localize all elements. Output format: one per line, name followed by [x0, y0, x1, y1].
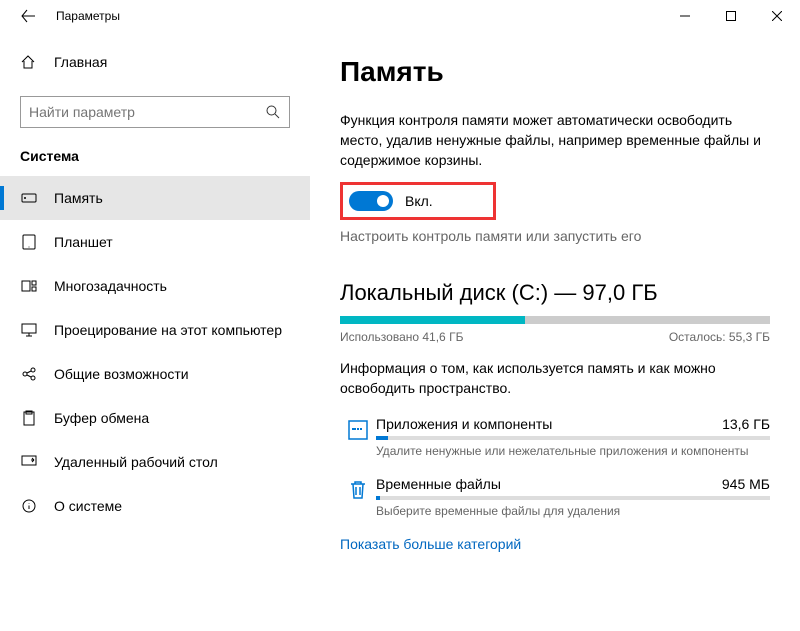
disk-free-label: Осталось: 55,3 ГБ	[669, 330, 770, 344]
main-content: Память Функция контроля памяти может авт…	[310, 32, 800, 631]
sidebar-item-label: О системе	[54, 498, 122, 514]
sidebar-item-clipboard[interactable]: Буфер обмена	[0, 396, 310, 440]
multitask-icon	[20, 278, 38, 294]
trash-icon	[340, 476, 376, 502]
sidebar-item-label: Планшет	[54, 234, 113, 250]
home-nav[interactable]: Главная	[0, 44, 310, 80]
sidebar-item-about[interactable]: О системе	[0, 484, 310, 528]
clipboard-icon	[20, 410, 38, 426]
apps-icon	[340, 416, 376, 442]
category-hint: Удалите ненужные или нежелательные прило…	[376, 444, 770, 458]
configure-link[interactable]: Настроить контроль памяти или запустить …	[340, 228, 770, 244]
category-bar	[376, 496, 770, 500]
category-temp[interactable]: Временные файлы 945 МБ Выберите временны…	[340, 476, 770, 518]
disk-usage-bar	[340, 316, 770, 324]
sidebar-item-shared[interactable]: Общие возможности	[0, 352, 310, 396]
home-icon	[20, 54, 38, 70]
sidebar-item-label: Проецирование на этот компьютер	[54, 322, 282, 338]
minimize-icon	[680, 11, 690, 21]
sidebar-item-projecting[interactable]: Проецирование на этот компьютер	[0, 308, 310, 352]
shared-icon	[20, 366, 38, 382]
sidebar-item-label: Общие возможности	[54, 366, 189, 382]
minimize-button[interactable]	[662, 0, 708, 32]
sidebar-item-label: Многозадачность	[54, 278, 167, 294]
home-label: Главная	[54, 54, 107, 70]
disk-description: Информация о том, как используется памят…	[340, 358, 770, 398]
highlight-annotation: Вкл.	[340, 182, 496, 220]
search-input-container[interactable]	[20, 96, 290, 128]
projecting-icon	[20, 322, 38, 338]
disk-used-label: Использовано 41,6 ГБ	[340, 330, 463, 344]
storage-icon	[20, 190, 38, 206]
search-input[interactable]	[29, 104, 265, 120]
category-header: Система	[0, 148, 310, 164]
sidebar-item-storage[interactable]: Память	[0, 176, 310, 220]
sidebar-item-label: Память	[54, 190, 103, 206]
category-name: Временные файлы	[376, 476, 501, 492]
close-button[interactable]	[754, 0, 800, 32]
maximize-icon	[726, 11, 736, 21]
arrow-left-icon	[21, 9, 35, 23]
category-bar	[376, 436, 770, 440]
category-size: 945 МБ	[722, 476, 770, 492]
back-button[interactable]	[12, 0, 44, 32]
storage-sense-toggle[interactable]	[349, 191, 393, 211]
sidebar-item-label: Буфер обмена	[54, 410, 149, 426]
maximize-button[interactable]	[708, 0, 754, 32]
sidebar-item-multitask[interactable]: Многозадачность	[0, 264, 310, 308]
close-icon	[772, 11, 782, 21]
toggle-label: Вкл.	[405, 193, 433, 209]
about-icon	[20, 498, 38, 514]
sidebar-item-label: Удаленный рабочий стол	[54, 454, 218, 470]
search-icon	[265, 104, 281, 120]
storage-sense-description: Функция контроля памяти может автоматиче…	[340, 110, 770, 170]
page-title: Память	[340, 56, 770, 88]
category-apps[interactable]: Приложения и компоненты 13,6 ГБ Удалите …	[340, 416, 770, 458]
category-hint: Выберите временные файлы для удаления	[376, 504, 770, 518]
window-title: Параметры	[56, 9, 120, 23]
remote-icon	[20, 454, 38, 470]
show-more-link[interactable]: Показать больше категорий	[340, 536, 770, 552]
category-size: 13,6 ГБ	[722, 416, 770, 432]
disk-title: Локальный диск (C:) — 97,0 ГБ	[340, 280, 770, 306]
category-name: Приложения и компоненты	[376, 416, 552, 432]
disk-usage-fill	[340, 316, 525, 324]
sidebar: Главная Система Память Планшет Многозада…	[0, 32, 310, 631]
tablet-icon	[20, 234, 38, 250]
sidebar-item-tablet[interactable]: Планшет	[0, 220, 310, 264]
sidebar-item-remote[interactable]: Удаленный рабочий стол	[0, 440, 310, 484]
